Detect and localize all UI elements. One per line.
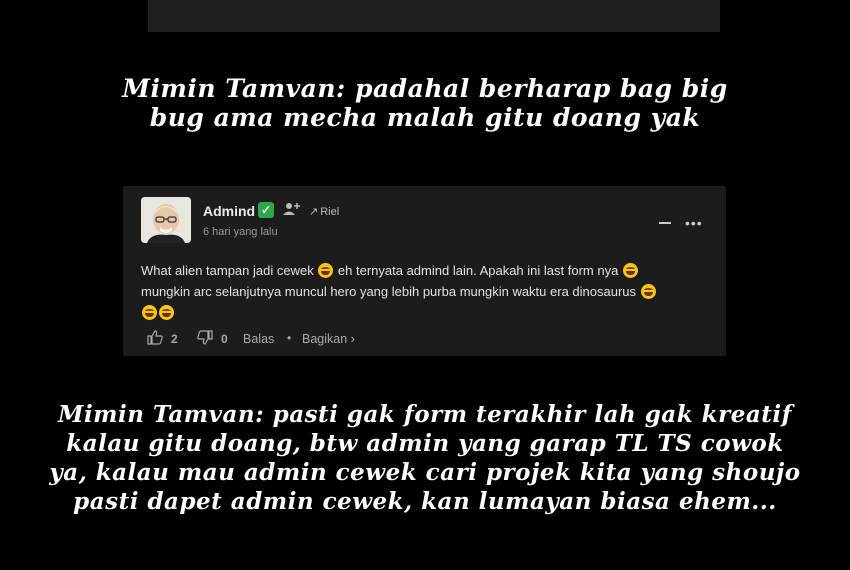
caption-line: pasti dapet admin cewek, kan lumayan bia… (73, 488, 777, 515)
author-name[interactable]: Admind (203, 203, 255, 219)
thumbs-up-icon[interactable] (147, 330, 163, 348)
comment-text-part: What alien tampan jadi cewek (141, 263, 318, 278)
avatar[interactable] (141, 197, 191, 243)
more-options-icon[interactable]: ••• (685, 216, 703, 230)
crying-laughing-emoji-icon (142, 305, 157, 320)
reply-to[interactable]: ↗ Riel (309, 205, 339, 218)
laughing-emoji-icon (622, 263, 638, 278)
caption-line: bug ama mecha malah gitu doang yak (149, 103, 701, 132)
reply-button[interactable]: Balas (243, 332, 274, 346)
comment-card: Admind ✓ ↗ Riel 6 hari yang lalu ••• What… (123, 186, 726, 356)
comment-text-part: eh ternyata admind lain. Apakah ini last… (334, 263, 622, 278)
share-button[interactable]: Bagikan › (302, 332, 355, 346)
crying-laughing-emoji-icon (159, 305, 174, 320)
comment-text: What alien tampan jadi cewek eh ternyata… (141, 260, 721, 323)
reply-arrow-icon: ↗ (309, 206, 319, 218)
verified-icon: ✓ (258, 202, 274, 218)
previous-screenshot-panel (148, 0, 720, 32)
thumbs-down-icon[interactable] (197, 330, 213, 348)
comment-text-part: mungkin arc selanjutnya muncul hero yang… (141, 284, 640, 299)
caption-second: Mimin Tamvan: pasti gak form terakhir la… (0, 400, 850, 516)
caption-line: Mimin Tamvan: padahal berharap bag big (122, 74, 728, 103)
caption-line: kalau gitu doang, btw admin yang garap T… (66, 430, 784, 457)
add-user-icon[interactable] (283, 202, 301, 219)
separator-dot: • (287, 331, 292, 345)
dislike-count: 0 (221, 332, 228, 346)
caption-line: ya, kalau mau admin cewek cari projek ki… (49, 459, 801, 486)
reply-to-user: Riel (320, 206, 340, 218)
laughing-emoji-icon (640, 284, 656, 299)
laughing-emoji-icon (318, 263, 334, 278)
caption-first: Mimin Tamvan: padahal berharap bag big b… (0, 74, 850, 132)
like-count: 2 (171, 332, 178, 346)
timestamp[interactable]: 6 hari yang lalu (203, 226, 278, 238)
caption-line: Mimin Tamvan: pasti gak form terakhir la… (57, 401, 792, 428)
collapse-icon[interactable] (659, 222, 671, 224)
